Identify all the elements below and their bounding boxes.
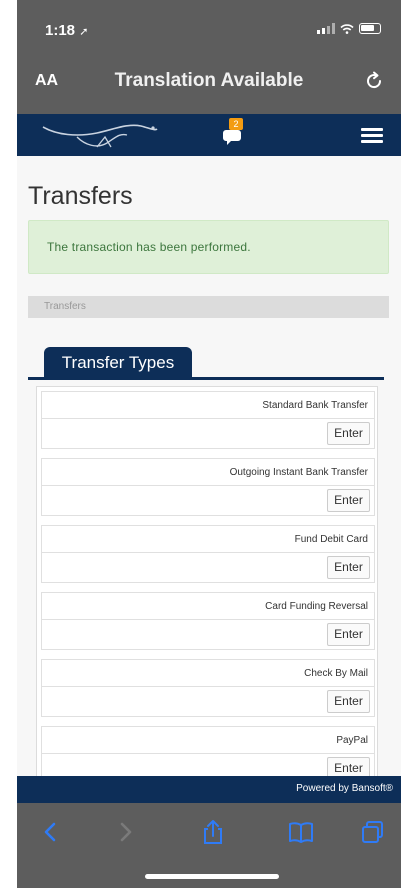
cellular-signal-icon (317, 23, 335, 34)
status-time: 1:18 ➚ (45, 22, 88, 39)
list-item: Standard Bank Transfer Enter (41, 391, 375, 458)
transfer-type-action-cell: Enter (41, 619, 375, 650)
powered-by-text: Powered by Bansoft® (296, 783, 393, 794)
tabs-icon[interactable] (359, 819, 387, 845)
reload-icon[interactable] (363, 70, 385, 92)
enter-button[interactable]: Enter (327, 422, 370, 445)
list-item: PayPal Enter (41, 726, 375, 776)
transfer-type-name-cell: Outgoing Instant Bank Transfer (41, 458, 375, 486)
transfer-type-action-cell: Enter (41, 753, 375, 776)
chevron-right-icon[interactable] (111, 819, 139, 845)
list-item: Fund Debit Card Enter (41, 525, 375, 592)
success-alert-text: The transaction has been performed. (47, 240, 251, 254)
transfer-type-name: Standard Bank Transfer (262, 400, 368, 411)
transfer-type-action-cell: Enter (41, 686, 375, 717)
enter-button[interactable]: Enter (327, 489, 370, 512)
list-item: Outgoing Instant Bank Transfer Enter (41, 458, 375, 525)
site-header: 2 (17, 114, 401, 156)
chat-notification-badge: 2 (229, 118, 243, 130)
success-alert: The transaction has been performed. (28, 220, 389, 274)
breadcrumb-item-transfers[interactable]: Transfers (44, 301, 86, 312)
enter-button[interactable]: Enter (327, 556, 370, 579)
breadcrumb: Transfers (28, 296, 389, 318)
transfer-type-name-cell: Fund Debit Card (41, 525, 375, 553)
enter-button[interactable]: Enter (327, 623, 370, 646)
transfer-type-name: Card Funding Reversal (265, 601, 368, 612)
transfer-type-name-cell: PayPal (41, 726, 375, 754)
powered-by-footer: Powered by Bansoft® (17, 776, 401, 803)
list-item: Check By Mail Enter (41, 659, 375, 726)
hamburger-menu-icon[interactable] (361, 128, 383, 144)
status-icons (317, 23, 381, 34)
transfer-type-action-cell: Enter (41, 418, 375, 449)
transfer-type-name: Fund Debit Card (294, 534, 368, 545)
battery-icon (359, 23, 381, 34)
transfer-type-action-cell: Enter (41, 552, 375, 583)
transfer-type-action-cell: Enter (41, 485, 375, 516)
transfer-type-name: Check By Mail (304, 668, 368, 679)
enter-button[interactable]: Enter (327, 690, 370, 713)
phone-screen: 1:18 ➚ AA Translation Available 2 Transf… (17, 0, 401, 888)
share-icon[interactable] (199, 819, 227, 845)
transfer-type-name-cell: Card Funding Reversal (41, 592, 375, 620)
location-arrow-icon: ➚ (79, 26, 89, 38)
wifi-icon (340, 23, 354, 34)
transfer-type-name: PayPal (336, 735, 368, 746)
book-icon[interactable] (287, 819, 315, 845)
tab-transfer-types[interactable]: Transfer Types (44, 347, 192, 378)
enter-button[interactable]: Enter (327, 757, 370, 776)
list-item: Card Funding Reversal Enter (41, 592, 375, 659)
status-bar: 1:18 ➚ (17, 0, 401, 58)
transfer-types-list: Standard Bank Transfer Enter Outgoing In… (41, 391, 375, 776)
address-bar-title[interactable]: Translation Available (17, 70, 401, 92)
home-indicator[interactable] (145, 874, 279, 879)
transfer-type-name-cell: Standard Bank Transfer (41, 391, 375, 419)
status-time-text: 1:18 (45, 22, 76, 39)
greyhound-logo[interactable] (37, 117, 167, 153)
page-content: Transfers The transaction has been perfo… (17, 156, 401, 776)
transfer-type-name: Outgoing Instant Bank Transfer (229, 467, 368, 478)
transfer-type-name-cell: Check By Mail (41, 659, 375, 687)
page-title: Transfers (28, 182, 133, 210)
transfer-types-panel: Standard Bank Transfer Enter Outgoing In… (36, 386, 378, 776)
tab-transfer-types-label: Transfer Types (61, 353, 175, 372)
chevron-left-icon[interactable] (37, 819, 65, 845)
safari-address-bar: AA Translation Available (17, 58, 401, 114)
